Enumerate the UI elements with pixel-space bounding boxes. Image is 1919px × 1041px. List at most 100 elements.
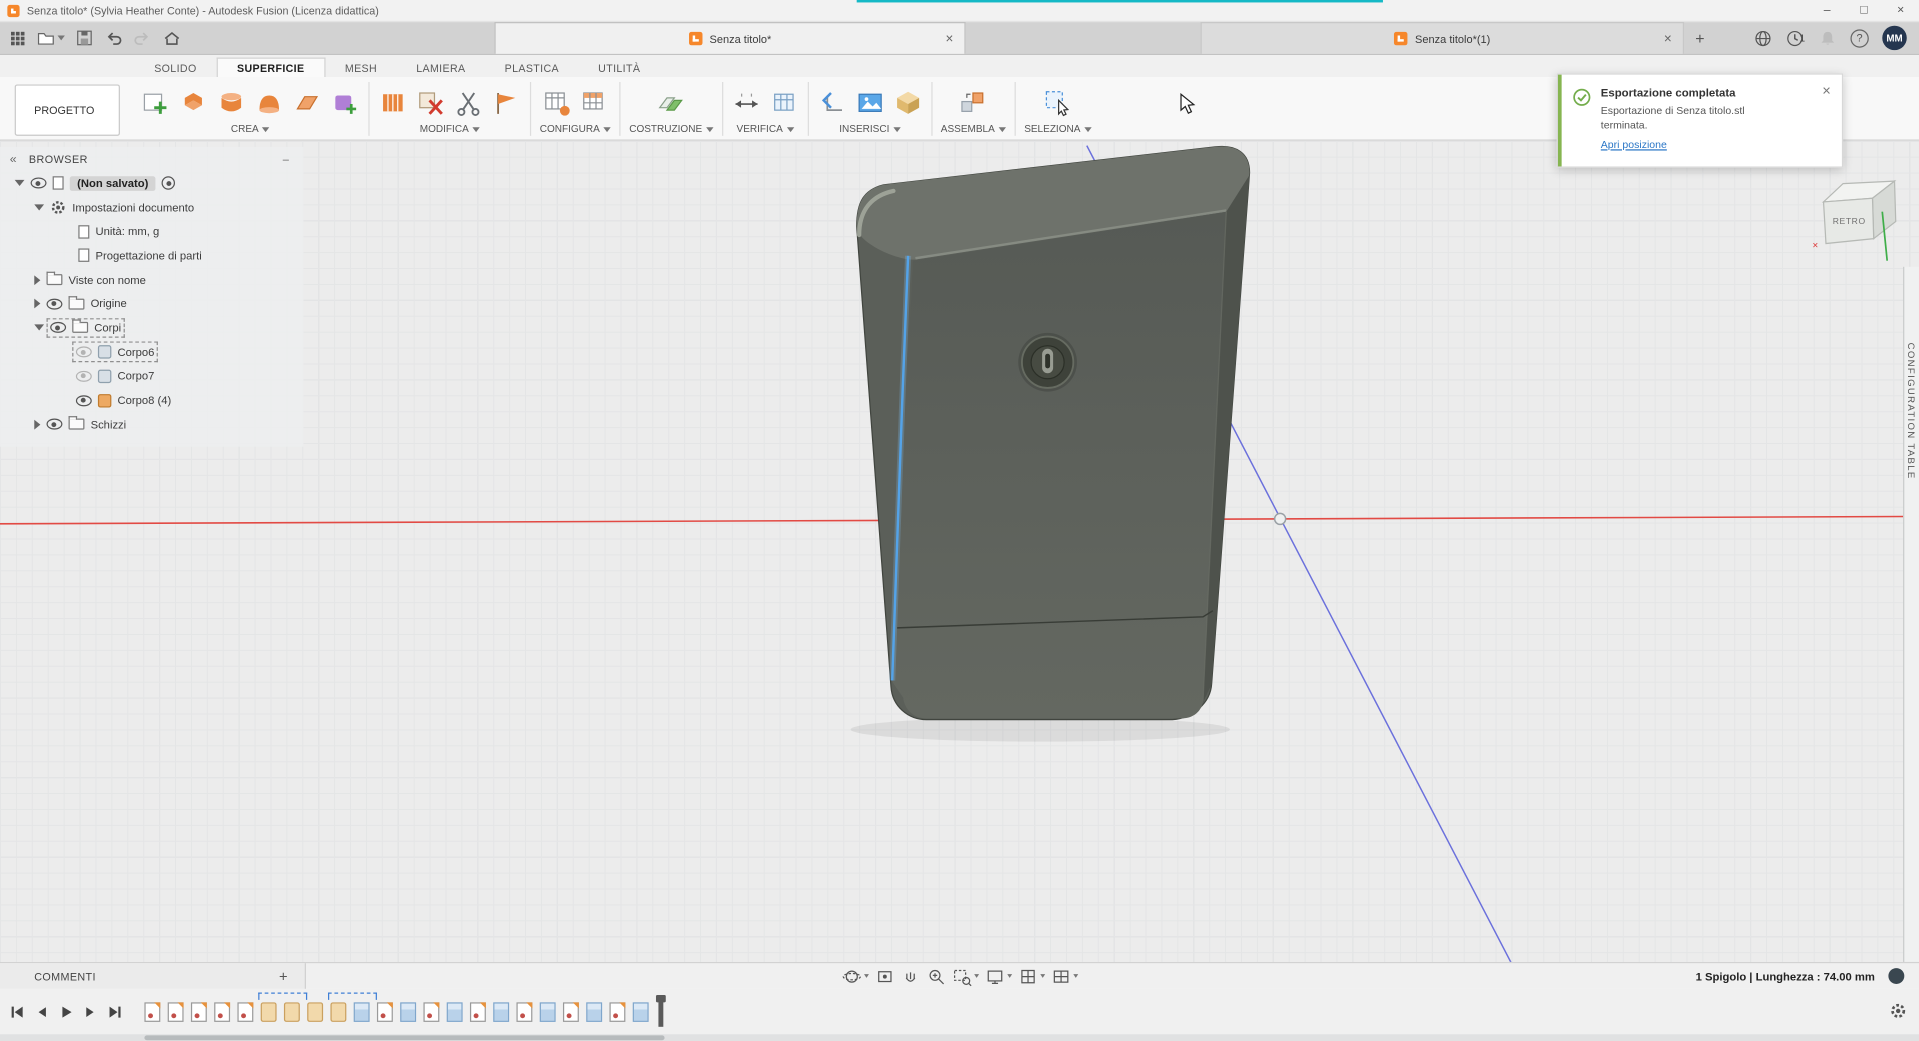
expand-arrow-icon[interactable]	[34, 204, 45, 211]
group-label-verifica[interactable]: VERIFICA	[737, 124, 783, 135]
select-tool-button[interactable]	[1043, 88, 1072, 117]
insert-canvas-button[interactable]	[855, 88, 884, 117]
step-back-button[interactable]	[34, 1004, 49, 1019]
visibility-eye-icon[interactable]	[75, 394, 92, 406]
look-at-button[interactable]	[875, 966, 895, 986]
timeline-feature-sketch[interactable]	[423, 1001, 440, 1022]
save-button[interactable]	[76, 29, 93, 46]
app-grid-icon[interactable]	[10, 30, 26, 46]
document-tab-1[interactable]: Senza titolo* ×	[494, 22, 966, 54]
browser-row-sketches[interactable]: Schizzi	[0, 412, 304, 436]
timeline-feature-surface[interactable]	[307, 1001, 324, 1022]
timeline-feature-sketch[interactable]	[237, 1001, 254, 1022]
help-button[interactable]: ?	[1850, 28, 1869, 48]
window-close-button[interactable]: ×	[1882, 0, 1919, 21]
timeline-feature-sketch[interactable]	[214, 1001, 231, 1022]
user-avatar[interactable]: MM	[1882, 25, 1907, 51]
open-location-link[interactable]: Apri posizione	[1601, 139, 1667, 151]
orbit-button[interactable]	[842, 966, 869, 986]
timeline-feature-box[interactable]	[539, 1001, 556, 1022]
home-button[interactable]	[163, 29, 181, 46]
toast-close-button[interactable]: ×	[1822, 82, 1831, 99]
web-globe-icon[interactable]	[1754, 29, 1772, 47]
browser-row-document[interactable]: (Non salvato)	[0, 171, 304, 195]
timeline-feature-box[interactable]	[446, 1001, 463, 1022]
loft-button[interactable]	[255, 88, 284, 117]
ribbon-tab-solido[interactable]: SOLIDO	[135, 59, 217, 77]
delete-face-button[interactable]	[416, 88, 445, 117]
timeline-feature-box[interactable]	[353, 1001, 370, 1022]
model-knob[interactable]	[1018, 332, 1077, 392]
visibility-eye-icon[interactable]	[50, 322, 67, 334]
visibility-eye-icon[interactable]	[46, 418, 63, 430]
construction-plane-button[interactable]	[656, 88, 685, 117]
redo-button[interactable]	[133, 29, 151, 46]
timeline-feature-box[interactable]	[493, 1001, 510, 1022]
ribbon-tab-plastica[interactable]: PLASTICA	[485, 59, 579, 77]
timeline-feature-box[interactable]	[400, 1001, 417, 1022]
new-component-button[interactable]	[959, 88, 988, 117]
display-settings-button[interactable]	[985, 966, 1013, 986]
unstitch-button[interactable]	[492, 88, 521, 117]
browser-row-doc-settings[interactable]: Impostazioni documento	[0, 195, 304, 219]
timeline-feature-sketch[interactable]	[516, 1001, 533, 1022]
group-label-inserisci[interactable]: INSERISCI	[839, 124, 889, 135]
model-front-face[interactable]	[892, 211, 1227, 719]
timeline-feature-surface[interactable]	[283, 1001, 300, 1022]
group-label-seleziona[interactable]: SELEZIONA	[1024, 124, 1080, 135]
ribbon-tab-mesh[interactable]: MESH	[325, 59, 396, 77]
step-forward-button[interactable]	[83, 1004, 98, 1019]
configuration-table-button[interactable]	[580, 88, 609, 117]
group-label-assembla[interactable]: ASSEMBLA	[941, 124, 995, 135]
zoom-button[interactable]	[926, 966, 946, 986]
browser-row-named-views[interactable]: Viste con nome	[0, 268, 304, 292]
pan-button[interactable]	[901, 966, 921, 986]
add-comment-button[interactable]: +	[279, 967, 288, 984]
window-maximize-button[interactable]: □	[1846, 0, 1883, 21]
collapsed-arrow-icon[interactable]	[34, 274, 41, 285]
insert-derive-button[interactable]	[817, 88, 846, 117]
visibility-eye-icon[interactable]	[46, 298, 63, 310]
browser-row-origin[interactable]: Origine	[0, 292, 304, 316]
timeline-feature-sketch[interactable]	[469, 1001, 486, 1022]
timeline-playhead[interactable]	[655, 994, 666, 1027]
timeline-feature-sketch[interactable]	[190, 1001, 207, 1022]
viewports-button[interactable]	[1051, 966, 1079, 986]
interference-button[interactable]	[769, 88, 798, 117]
group-label-crea[interactable]: CREA	[231, 124, 259, 135]
timeline-feature-box[interactable]	[632, 1001, 649, 1022]
document-tab-2[interactable]: Senza titolo*(1) ×	[1200, 22, 1685, 54]
origin-point[interactable]	[1273, 512, 1287, 526]
visibility-eye-icon[interactable]	[75, 346, 92, 358]
timeline-settings-gear-icon[interactable]	[1890, 1002, 1907, 1019]
browser-row-body6[interactable]: Corpo6	[0, 340, 304, 364]
skip-to-start-button[interactable]	[10, 1004, 25, 1019]
viewport[interactable]: « BROWSER – (Non salvato) Impostazioni d…	[0, 140, 1919, 962]
ruled-surface-button[interactable]	[378, 88, 407, 117]
create-form-button[interactable]	[330, 88, 359, 117]
ribbon-tab-superficie[interactable]: SUPERFICIE	[216, 57, 326, 78]
extrude-button[interactable]	[179, 88, 208, 117]
timeline-feature-sketch[interactable]	[609, 1001, 626, 1022]
create-sketch-button[interactable]	[141, 88, 170, 117]
project-dropdown-button[interactable]: PROGETTO	[14, 84, 120, 136]
revolve-button[interactable]	[217, 88, 246, 117]
insert-mesh-button[interactable]	[893, 88, 922, 117]
timeline-feature-box[interactable]	[586, 1001, 603, 1022]
browser-row-bodies[interactable]: Corpi	[0, 316, 304, 340]
job-status-button[interactable]: 1	[1786, 29, 1805, 47]
browser-row-units[interactable]: Unità: mm, g	[0, 220, 304, 244]
play-button[interactable]	[59, 1004, 74, 1019]
timeline-feature-sketch[interactable]	[376, 1001, 393, 1022]
expand-arrow-icon[interactable]	[14, 180, 25, 187]
activate-target-icon[interactable]	[161, 176, 176, 191]
window-minimize-button[interactable]: –	[1809, 0, 1846, 21]
group-label-costruzione[interactable]: COSTRUZIONE	[629, 124, 702, 135]
tab-close-icon[interactable]: ×	[946, 31, 954, 46]
skip-to-end-button[interactable]	[108, 1004, 123, 1019]
browser-row-body7[interactable]: Corpo7	[0, 364, 304, 388]
group-label-configura[interactable]: CONFIGURA	[540, 124, 600, 135]
configuration-table-tab[interactable]: CONFIGURATION TABLE	[1903, 266, 1919, 962]
comments-panel-bar[interactable]: COMMENTI +	[0, 963, 306, 989]
timeline-feature-sketch[interactable]	[167, 1001, 184, 1022]
